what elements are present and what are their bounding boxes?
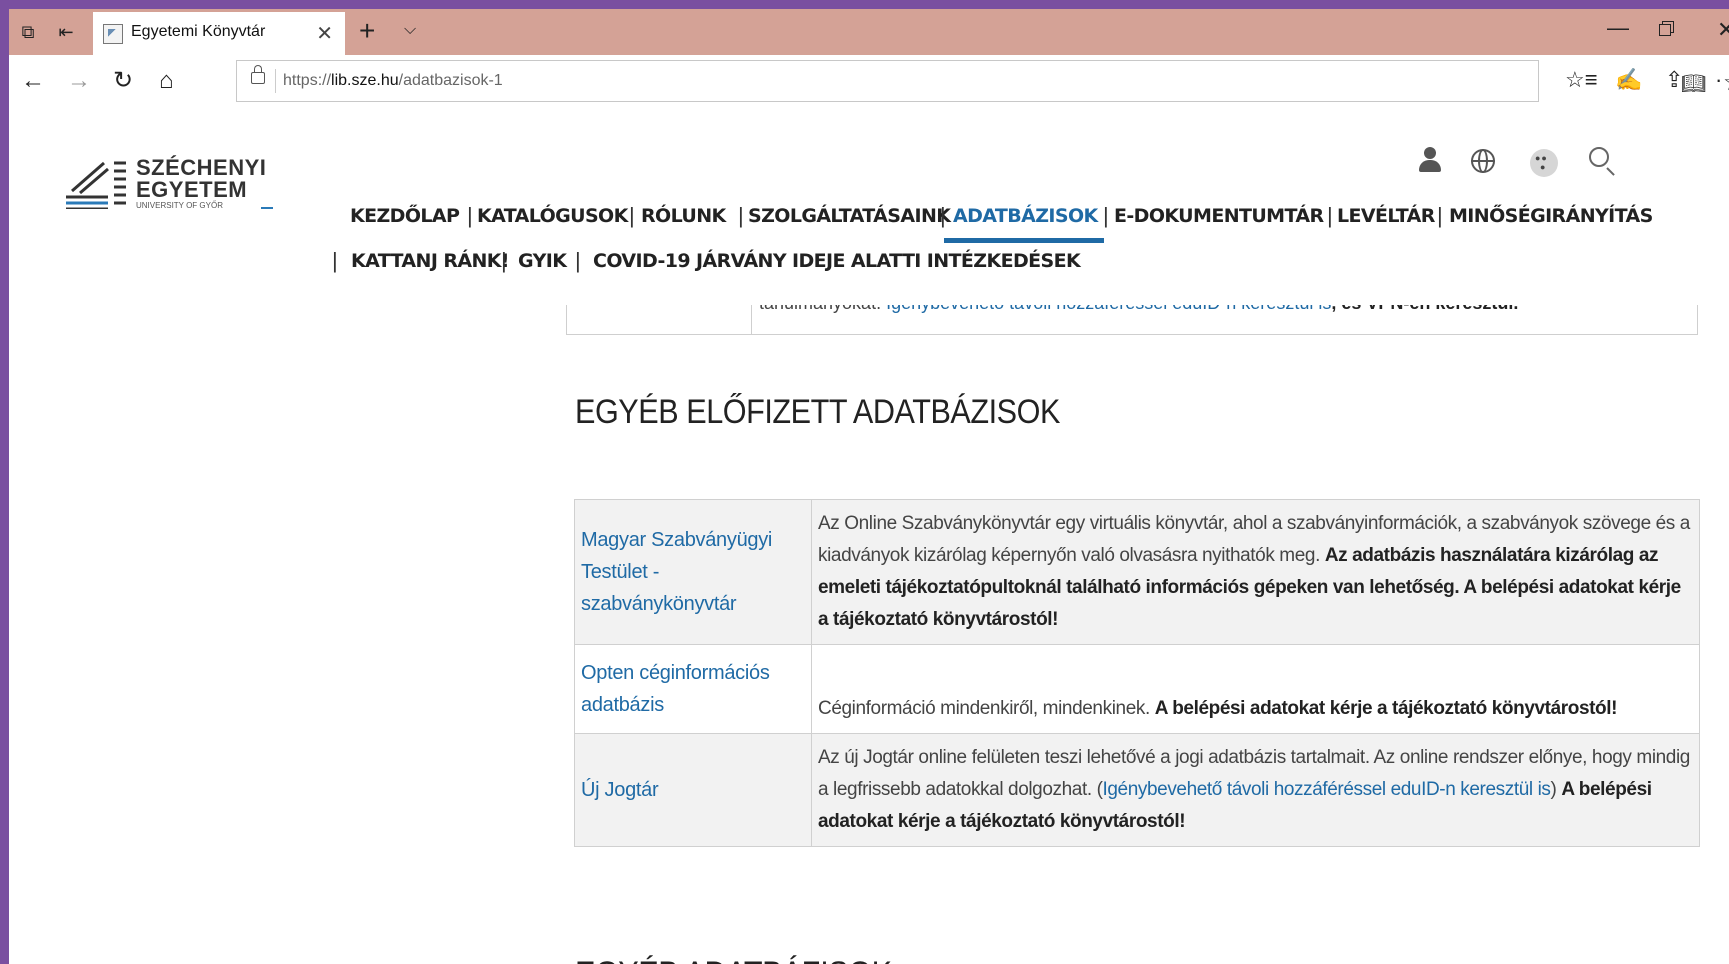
- navigation-bar: ← → ↻ ⌂ https://lib.sze.hu/adatbazisok-1…: [9, 55, 1729, 108]
- menu-separator: |: [332, 248, 338, 273]
- university-logo[interactable]: SZÉCHENYI EGYETEM UNIVERSITY OF GYŐR: [66, 155, 273, 215]
- menu-separator: |: [1437, 203, 1443, 228]
- logo-text-line2: EGYETEM: [136, 177, 248, 202]
- menu-item-kattanj-rank[interactable]: KATTANJ RÁNK!: [351, 250, 510, 272]
- restore-icon[interactable]: [1659, 21, 1674, 36]
- share-icon[interactable]: ⇪: [1665, 67, 1683, 93]
- url-prefix: https://: [283, 72, 332, 89]
- menu-separator: |: [575, 248, 581, 273]
- site-header: SZÉCHENYI EGYETEM UNIVERSITY OF GYŐR KEZ…: [9, 107, 1729, 305]
- database-description: Az Online Szabványkönyvtár egy virtuális…: [811, 499, 1700, 645]
- main-content: tanulmányokat. Igénybevehető távoli hozz…: [9, 305, 1729, 964]
- menu-separator: |: [738, 203, 744, 228]
- menu-item-szolgaltatasaink[interactable]: SZOLGÁLTATÁSAINK: [748, 205, 951, 227]
- menu-item-covid[interactable]: COVID-19 JÁRVÁNY IDEJE ALATTI INTÉZKEDÉS…: [593, 250, 1081, 272]
- menu-item-katalogusok[interactable]: KATALÓGUSOK: [477, 205, 628, 227]
- menu-item-e-dokumentumtar[interactable]: E-DOKUMENTUMTÁR: [1114, 205, 1324, 227]
- favicon-icon: [103, 24, 123, 44]
- favorites-list-icon[interactable]: ☆≡: [1565, 67, 1598, 93]
- refresh-icon[interactable]: ↻: [113, 67, 133, 95]
- description-text: Céginformáció mindenkiről, mindenkinek.: [818, 698, 1155, 719]
- menu-separator: |: [629, 203, 635, 228]
- address-bar[interactable]: https://lib.sze.hu/adatbazisok-1 📖︎ ☆: [236, 60, 1729, 102]
- databases-table: Magyar Szabványügyi Testület - szabványk…: [574, 499, 1700, 847]
- tab-close-icon[interactable]: ✕: [316, 21, 333, 46]
- description-text: ): [1550, 779, 1562, 800]
- address-separator: [275, 69, 276, 93]
- minimize-icon[interactable]: —: [1607, 15, 1629, 41]
- search-icon[interactable]: [1589, 147, 1609, 167]
- section-title: EGYÉB ELŐFIZETT ADATBÁZISOK: [575, 393, 1060, 431]
- table-row: Opten céginformációs adatbázis Céginform…: [574, 644, 1700, 734]
- description-bold: A belépési adatokat kérje a tájékoztató …: [1154, 698, 1618, 719]
- database-description: Az új Jogtár online felületen teszi lehe…: [811, 733, 1700, 847]
- pen-icon[interactable]: ✍: [1615, 67, 1642, 93]
- table-row: Új Jogtár Az új Jogtár online felületen …: [574, 733, 1700, 847]
- accessibility-icon[interactable]: [1530, 149, 1558, 177]
- menu-separator: |: [1327, 203, 1333, 228]
- user-icon[interactable]: [1418, 145, 1442, 175]
- reading-view-icon[interactable]: 📖︎: [1681, 71, 1706, 96]
- menu-item-rolunk[interactable]: RÓLUNK: [641, 205, 726, 227]
- tab-bar: ⧉ ⇤ Egyetemi Könyvtár ✕ + ⌵ — ✕: [9, 9, 1729, 55]
- chevron-down-icon[interactable]: ⌵: [404, 21, 416, 39]
- menu-item-gyik[interactable]: GYIK: [518, 250, 567, 272]
- database-name-link[interactable]: Opten céginformációs adatbázis: [574, 644, 812, 734]
- forward-icon[interactable]: →: [67, 67, 91, 95]
- globe-icon[interactable]: [1471, 149, 1495, 173]
- home-icon[interactable]: ⌂: [159, 67, 174, 95]
- database-name-link[interactable]: Magyar Szabványügyi Testület - szabványk…: [574, 499, 812, 645]
- logo-accent: [261, 207, 273, 209]
- previous-table-row: tanulmányokat. Igénybevehető távoli hozz…: [566, 305, 1698, 335]
- menu-separator: |: [1103, 203, 1109, 228]
- logo-mark-icon: [66, 161, 126, 209]
- favorite-star-icon[interactable]: ☆: [1723, 68, 1729, 97]
- menu-item-minosegiranyitas[interactable]: MINŐSÉGIRÁNYÍTÁS: [1449, 205, 1653, 227]
- next-section-title: EGYÉB ADATBÁZISOK: [575, 955, 892, 964]
- database-description: Céginformáció mindenkiről, mindenkinek. …: [811, 644, 1700, 734]
- menu-item-leveltar[interactable]: LEVÉLTÁR: [1337, 205, 1435, 227]
- table-divider: [751, 305, 752, 335]
- menu-separator: |: [467, 203, 473, 228]
- table-row: Magyar Szabványügyi Testület - szabványk…: [574, 499, 1700, 645]
- tab-title: Egyetemi Könyvtár: [131, 23, 266, 40]
- lock-icon: [251, 65, 265, 84]
- menu-separator: |: [940, 203, 946, 228]
- set-aside-tabs-icon[interactable]: ⇤: [53, 19, 79, 45]
- database-name-link[interactable]: Új Jogtár: [574, 733, 812, 847]
- more-icon[interactable]: ·: [1715, 67, 1722, 93]
- url-text[interactable]: https://lib.sze.hu/adatbazisok-1: [283, 72, 503, 90]
- url-path: /adatbazisok-1: [398, 72, 503, 89]
- menu-item-adatbazisok[interactable]: ADATBÁZISOK: [953, 205, 1098, 227]
- active-menu-indicator: [944, 238, 1104, 243]
- back-icon[interactable]: ←: [21, 67, 45, 95]
- tab-active[interactable]: Egyetemi Könyvtár ✕: [93, 12, 345, 55]
- url-host: lib.sze.hu: [331, 72, 399, 89]
- tab-actions-icon[interactable]: ⧉: [15, 19, 41, 45]
- logo-text-line3: UNIVERSITY OF GYŐR: [136, 201, 223, 210]
- new-tab-icon[interactable]: +: [359, 15, 375, 47]
- remote-access-link[interactable]: Igénybevehető távoli hozzáféréssel eduID…: [1103, 779, 1551, 800]
- browser-window: ⧉ ⇤ Egyetemi Könyvtár ✕ + ⌵ — ✕ ← → ↻ ⌂ …: [9, 9, 1729, 964]
- close-window-icon[interactable]: ✕: [1717, 17, 1729, 43]
- menu-item-kezdolap[interactable]: KEZDŐLAP: [350, 205, 460, 227]
- menu-separator: |: [501, 248, 507, 273]
